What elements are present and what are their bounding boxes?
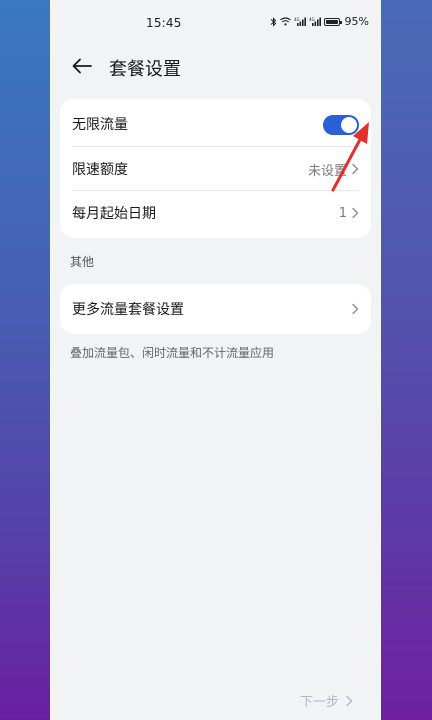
unlimited-data-label: 无限流量 xyxy=(72,117,128,133)
speed-limit-row[interactable]: 限速额度 未设置 xyxy=(60,146,371,192)
svg-text:4G: 4G xyxy=(309,17,315,22)
background-right xyxy=(381,0,432,720)
battery-percent: 95% xyxy=(344,15,369,28)
status-icons: 4G 4G 95% xyxy=(270,15,369,28)
chevron-right-icon xyxy=(352,163,359,175)
plan-settings-card: 无限流量 限速额度 未设置 每月起始日期 1 xyxy=(60,99,371,238)
next-step-label: 下一步 xyxy=(299,695,339,710)
monthly-start-date-label: 每月起始日期 xyxy=(72,206,156,222)
signal-icon: 4G xyxy=(309,17,321,26)
battery-icon xyxy=(323,17,342,26)
status-bar: 15:45 4G 4G 95% xyxy=(50,0,381,44)
monthly-start-date-value: 1 xyxy=(338,205,347,221)
header: 套餐设置 xyxy=(50,48,381,84)
page-title: 套餐设置 xyxy=(109,59,181,80)
wifi-icon xyxy=(279,17,291,26)
more-settings-card: 更多流量套餐设置 xyxy=(60,284,371,334)
bluetooth-icon xyxy=(270,16,277,27)
unlimited-data-toggle[interactable] xyxy=(323,115,359,135)
speed-limit-label: 限速额度 xyxy=(72,162,128,178)
chevron-right-icon xyxy=(352,303,359,315)
monthly-start-date-row[interactable]: 每月起始日期 1 xyxy=(60,190,371,236)
back-arrow-icon xyxy=(72,58,92,74)
helper-text: 叠加流量包、闲时流量和不计流量应用 xyxy=(70,346,275,360)
back-button[interactable] xyxy=(68,52,96,80)
status-time: 15:45 xyxy=(146,16,182,30)
toggle-knob xyxy=(341,117,357,133)
chevron-right-icon xyxy=(346,695,353,706)
unlimited-data-row[interactable]: 无限流量 xyxy=(60,101,371,147)
chevron-right-icon xyxy=(352,207,359,219)
background-left xyxy=(0,0,50,720)
more-plan-settings-label: 更多流量套餐设置 xyxy=(72,302,184,318)
more-plan-settings-row[interactable]: 更多流量套餐设置 xyxy=(60,286,371,332)
signal-icon: 4G xyxy=(294,17,306,26)
next-step-button[interactable]: 下一步 xyxy=(300,691,353,710)
svg-text:4G: 4G xyxy=(294,17,300,22)
speed-limit-value: 未设置 xyxy=(307,163,347,179)
section-label-other: 其他 xyxy=(70,255,95,269)
phone-screen: 15:45 4G 4G 95% 套餐设置 无限流量 限速额度 未设置 每月起始日… xyxy=(50,0,381,720)
